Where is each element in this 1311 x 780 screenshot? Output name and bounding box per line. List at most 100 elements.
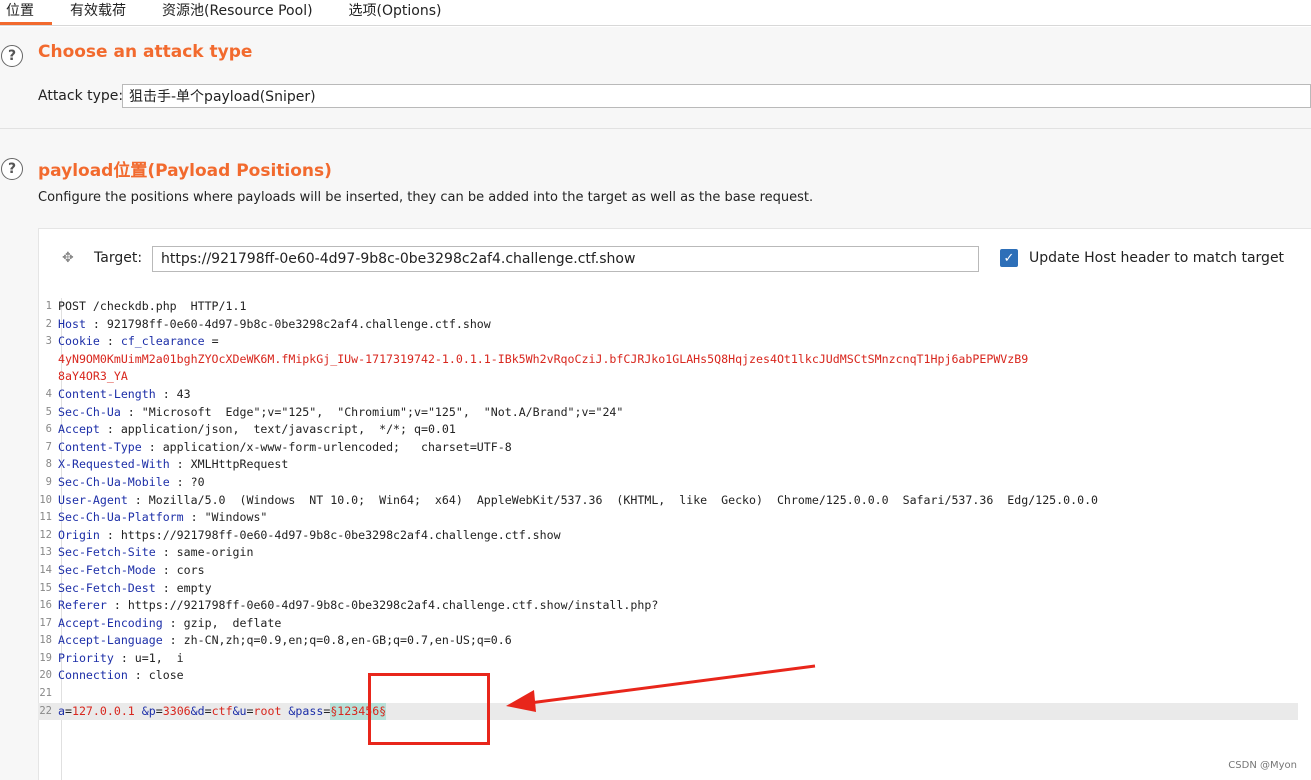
code-line: 8 X-Requested-With : XMLHttpRequest [38,456,1298,474]
cookie-value: 8aY4OR3_YA [58,369,128,384]
request-editor[interactable]: 1 POST /checkdb.php HTTP/1.1 2 Host : 92… [38,298,1298,721]
code-line: 16 Referer : https://921798ff-0e60-4d97-9… [38,597,1298,615]
header-value: : application/x-www-form-urlencoded; cha… [141,439,512,454]
help-icon[interactable]: ? [1,45,23,67]
header-value: : 43 [155,386,191,401]
line-number: 22 [39,704,52,717]
param-value: ctf [211,703,233,718]
line-number: 20 [39,669,52,682]
param-value: 3306 [162,703,191,718]
target-row: ✥ Target: https://921798ff-0e60-4d97-9b8… [38,240,1311,280]
header-value: : https://921798ff-0e60-4d97-9b8c-0be329… [99,527,561,542]
code-line: 13 Sec-Fetch-Site : same-origin [38,544,1298,562]
header-value: : "Microsoft Edge";v="125", "Chromium";v… [120,404,624,419]
line-number: 4 [45,387,52,400]
code-line: 1 POST /checkdb.php HTTP/1.1 [38,298,1298,316]
tab-positions[interactable]: 位置 [0,0,52,25]
param-key: a [58,703,65,718]
line-number: 13 [39,546,52,559]
param-key: &d [190,703,205,718]
header-key: Content-Type [58,439,142,454]
param-value: 127.0.0.1 [71,703,135,718]
line-number: 19 [39,651,52,664]
annotation-arrow [506,664,816,712]
code-line: 9 Sec-Ch-Ua-Mobile : ?0 [38,474,1298,492]
header-key: Referer [58,598,107,613]
tab-options[interactable]: 选项(Options) [331,0,460,25]
header-value: : ?0 [169,474,205,489]
param-key: &u [232,703,247,718]
header-key: Accept-Language [58,633,163,648]
header-value: : u=1, i [113,650,184,665]
equals: = [246,703,254,718]
line-number: 5 [45,405,52,418]
code-line: 3 Cookie : cf_clearance = [38,333,1298,351]
header-value: : cors [155,562,205,577]
header-value: : application/json, text/javascript, */*… [99,422,456,437]
arrow-shaft [521,664,816,706]
line-number: 7 [45,440,52,453]
header-key: Sec-Ch-Ua-Mobile [58,474,170,489]
line-number [38,368,58,386]
param-value: root [253,703,282,718]
move-icon[interactable]: ✥ [62,250,74,266]
update-host-label: Update Host header to match target [1029,250,1285,266]
tab-bar: 位置 有效载荷 资源池(Resource Pool) 选项(Options) [0,0,1311,26]
line-number: 8 [45,458,52,471]
attack-type-select[interactable]: 狙击手-单个payload(Sniper) [122,84,1311,108]
equals: = [204,703,212,718]
attack-type-title: Choose an attack type [38,42,253,62]
tab-payloads[interactable]: 有效载荷 [52,0,144,25]
header-key: Content-Length [58,386,156,401]
header-value: : "Windows" [183,510,268,525]
line-number: 21 [39,687,52,700]
header-value: : XMLHttpRequest [169,457,289,472]
code-line: 2 Host : 921798ff-0e60-4d97-9b8c-0be3298… [38,316,1298,334]
code-line: 18 Accept-Language : zh-CN,zh;q=0.9,en;q=… [38,632,1298,650]
header-value: : close [127,668,184,683]
line-number: 12 [39,528,52,541]
target-label: Target: [94,250,143,266]
header-key: Origin [58,527,100,542]
equals: = [323,703,331,718]
code-line: 5 Sec-Ch-Ua : "Microsoft Edge";v="125", "… [38,404,1298,422]
code-line: 10 User-Agent : Mozilla/5.0 (Windows NT 1… [38,492,1298,510]
request-line: POST /checkdb.php HTTP/1.1 [58,299,247,313]
line-number: 15 [39,581,52,594]
target-input[interactable]: https://921798ff-0e60-4d97-9b8c-0be3298c… [152,246,979,272]
payload-positions-title: payload位置(Payload Positions) [38,161,332,181]
header-value: : gzip, deflate [162,615,282,630]
header-value: : empty [155,580,212,595]
line-number: 18 [39,634,52,647]
line-number: 11 [39,511,52,524]
line-number: 10 [39,493,52,506]
param-key: &pass [288,703,324,718]
line-number: 2 [45,317,52,330]
equals: = [64,703,72,718]
update-host-checkbox[interactable]: ✓ [1000,249,1018,267]
header-key: Connection [58,668,128,683]
header-value: : 921798ff-0e60-4d97-9b8c-0be3298c2af4.c… [85,316,491,331]
code-line: 12 Origin : https://921798ff-0e60-4d97-9b… [38,527,1298,545]
header-key: Cookie [58,334,100,349]
attack-type-label: Attack type: [38,88,124,104]
line-number: 17 [39,616,52,629]
help-icon[interactable]: ? [1,158,23,180]
header-key: Sec-Fetch-Dest [58,580,156,595]
line-number: 3 [45,335,52,348]
code-line: 4 Content-Length : 43 [38,386,1298,404]
line-number [38,351,58,369]
watermark: CSDN @Myon⁠ [1228,760,1297,771]
header-key: Priority [58,650,114,665]
tab-resource-pool[interactable]: 资源池(Resource Pool) [144,0,331,25]
line-number: 16 [39,599,52,612]
section-divider [0,128,1311,129]
positions-description: Configure the positions where payloads w… [38,190,814,205]
header-key: Accept [58,422,100,437]
equals: = [155,703,163,718]
header-key: X-Requested-With [58,457,170,472]
header-key: Accept-Encoding [58,615,163,630]
header-key: User-Agent [58,492,128,507]
header-key: Sec-Ch-Ua [58,404,121,419]
